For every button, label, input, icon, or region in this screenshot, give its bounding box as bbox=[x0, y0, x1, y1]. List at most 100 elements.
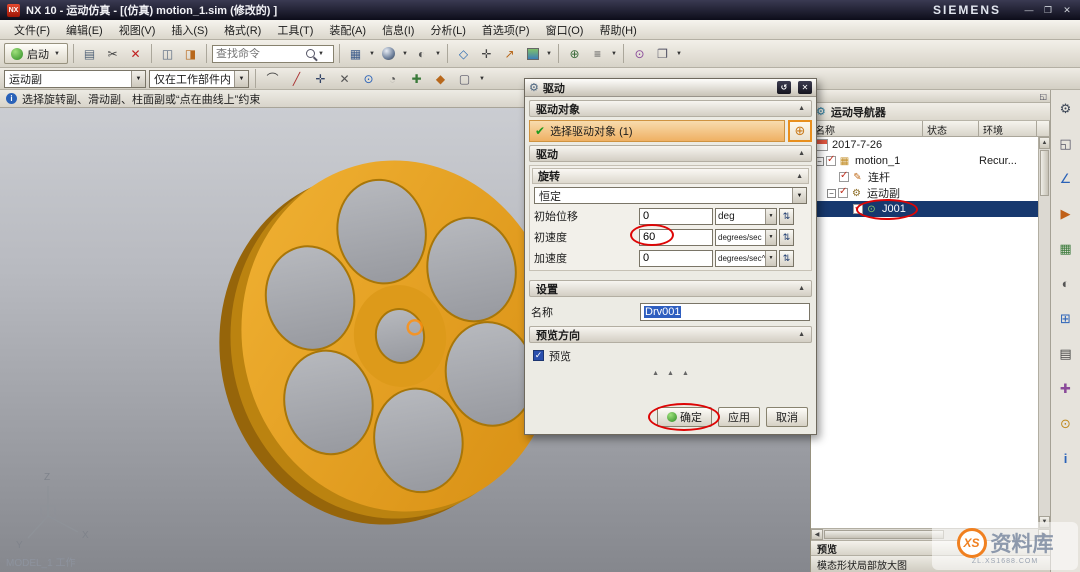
menu-insert[interactable]: 插入(S) bbox=[163, 20, 216, 40]
select-drive-object-row[interactable]: 选择驱动对象 (1) bbox=[529, 120, 785, 142]
animation-player-icon[interactable] bbox=[1055, 203, 1076, 224]
start-button[interactable]: 启动 bbox=[4, 43, 68, 64]
vector-icon[interactable] bbox=[499, 43, 520, 64]
tree-row-links[interactable]: 连杆 bbox=[811, 169, 1050, 185]
menu-help[interactable]: 帮助(H) bbox=[591, 20, 644, 40]
acceleration-unit-dropdown[interactable]: degrees/sec^2 bbox=[715, 249, 777, 267]
minimize-button[interactable] bbox=[1023, 5, 1035, 16]
point-icon[interactable] bbox=[476, 43, 497, 64]
menu-tools[interactable]: 工具(T) bbox=[269, 20, 321, 40]
profile-type-dropdown[interactable]: 恒定 bbox=[534, 187, 807, 204]
snap-view-icon[interactable] bbox=[629, 43, 650, 64]
dialog-title-bar[interactable]: 驱动 bbox=[525, 79, 816, 97]
value-spinner[interactable] bbox=[779, 249, 794, 267]
chevron-down-icon[interactable] bbox=[434, 51, 442, 57]
initial-velocity-input[interactable] bbox=[639, 228, 713, 246]
search-icon[interactable] bbox=[306, 49, 315, 58]
snap-midpoint-icon[interactable] bbox=[310, 68, 331, 89]
chevron-down-icon[interactable] bbox=[765, 250, 776, 266]
command-finder-input[interactable] bbox=[216, 47, 304, 60]
collapse-icon[interactable] bbox=[798, 285, 805, 292]
joint-type-filter[interactable]: 运动副 bbox=[4, 69, 146, 88]
pin-panel-icon[interactable] bbox=[1039, 92, 1047, 101]
ok-button[interactable]: 确定 bbox=[657, 407, 712, 427]
restore-button[interactable] bbox=[1042, 5, 1054, 16]
settings-section-header[interactable]: 设置 bbox=[529, 280, 812, 297]
initial-displacement-input[interactable] bbox=[639, 207, 713, 225]
menu-format[interactable]: 格式(R) bbox=[216, 20, 269, 40]
chevron-down-icon[interactable] bbox=[317, 51, 325, 57]
name-input[interactable]: Drv001 bbox=[640, 303, 810, 321]
scroll-up-icon[interactable] bbox=[1039, 137, 1050, 149]
dialog-collapse-dots[interactable] bbox=[525, 370, 816, 377]
chevron-down-icon[interactable] bbox=[610, 51, 618, 57]
measure-icon[interactable] bbox=[1055, 378, 1076, 399]
snap-existing-point-icon[interactable] bbox=[406, 68, 427, 89]
save-icon[interactable] bbox=[79, 43, 100, 64]
datum-plane-icon[interactable] bbox=[453, 43, 474, 64]
value-spinner[interactable] bbox=[779, 228, 794, 246]
spreadsheet-icon[interactable] bbox=[1055, 238, 1076, 259]
snap-point-on-surface-icon[interactable] bbox=[430, 68, 451, 89]
scroll-left-icon[interactable] bbox=[811, 529, 823, 540]
initial-velocity-unit-dropdown[interactable]: degrees/sec bbox=[715, 228, 777, 246]
gear-icon[interactable] bbox=[1055, 98, 1076, 119]
tree-row-date[interactable]: 2017-7-26 bbox=[811, 137, 1050, 153]
menu-information[interactable]: 信息(I) bbox=[374, 20, 422, 40]
selection-scope-filter[interactable]: 仅在工作部件内 bbox=[149, 69, 249, 88]
dialog-close-button[interactable] bbox=[798, 81, 812, 94]
window-cascade-icon[interactable] bbox=[652, 43, 673, 64]
chevron-down-icon[interactable] bbox=[765, 229, 776, 245]
tree-row-joints[interactable]: 运动副 bbox=[811, 185, 1050, 201]
collapse-icon[interactable] bbox=[798, 331, 805, 338]
object-color-icon[interactable] bbox=[522, 43, 543, 64]
column-environment[interactable]: 环境 bbox=[979, 121, 1037, 137]
close-button[interactable] bbox=[1061, 5, 1073, 16]
collapse-icon[interactable] bbox=[798, 105, 805, 112]
menu-window[interactable]: 窗口(O) bbox=[538, 20, 592, 40]
chevron-down-icon[interactable] bbox=[765, 208, 776, 224]
chevron-down-icon[interactable] bbox=[792, 188, 806, 203]
snap-quadrant-icon[interactable] bbox=[382, 68, 403, 89]
snap-arc-center-icon[interactable] bbox=[358, 68, 379, 89]
drive-object-section-header[interactable]: 驱动对象 bbox=[529, 100, 812, 117]
tree-row-motion[interactable]: motion_1 Recur... bbox=[811, 153, 1050, 169]
drive-dialog[interactable]: 驱动 驱动对象 选择驱动对象 (1) 驱动 旋转 恒定 bbox=[524, 78, 817, 435]
section-icon[interactable] bbox=[1055, 273, 1076, 294]
chevron-down-icon[interactable] bbox=[131, 70, 145, 87]
show-hide-icon[interactable] bbox=[587, 43, 608, 64]
menu-edit[interactable]: 编辑(E) bbox=[58, 20, 111, 40]
half-section-view-icon[interactable] bbox=[411, 43, 432, 64]
chevron-down-icon[interactable] bbox=[478, 76, 486, 82]
chevron-down-icon[interactable] bbox=[53, 51, 61, 57]
drive-section-header[interactable]: 驱动 bbox=[529, 145, 812, 162]
column-status[interactable]: 状态 bbox=[923, 121, 979, 137]
edit-object-display-icon[interactable] bbox=[180, 43, 201, 64]
bulb-icon[interactable] bbox=[1055, 413, 1076, 434]
checkbox[interactable] bbox=[839, 170, 849, 182]
menu-analysis[interactable]: 分析(L) bbox=[422, 20, 473, 40]
expander-icon[interactable] bbox=[827, 188, 836, 198]
film-icon[interactable] bbox=[1055, 343, 1076, 364]
menu-view[interactable]: 视图(V) bbox=[111, 20, 164, 40]
initial-displacement-unit-dropdown[interactable]: deg bbox=[715, 207, 777, 225]
chevron-down-icon[interactable] bbox=[545, 51, 553, 57]
snap-point-on-curve-icon[interactable] bbox=[262, 68, 283, 89]
tree-row-j001[interactable]: J001 bbox=[811, 201, 1050, 217]
checkbox[interactable] bbox=[826, 154, 836, 166]
preview-checkbox[interactable] bbox=[533, 350, 544, 361]
point-selector-button[interactable] bbox=[788, 120, 812, 142]
chevron-down-icon[interactable] bbox=[234, 70, 248, 87]
acceleration-input[interactable] bbox=[639, 249, 713, 267]
cut-icon[interactable] bbox=[102, 43, 123, 64]
copy-display-icon[interactable] bbox=[157, 43, 178, 64]
preview-direction-section-header[interactable]: 预览方向 bbox=[529, 326, 812, 343]
delete-icon[interactable] bbox=[125, 43, 146, 64]
menu-preferences[interactable]: 首选项(P) bbox=[474, 20, 538, 40]
chevron-down-icon[interactable] bbox=[368, 51, 376, 57]
checkbox[interactable] bbox=[853, 202, 863, 214]
collapse-icon[interactable] bbox=[798, 150, 805, 157]
collapse-icon[interactable] bbox=[796, 173, 803, 180]
info-icon[interactable] bbox=[1055, 448, 1076, 469]
scrollbar-thumb[interactable] bbox=[1040, 150, 1049, 196]
